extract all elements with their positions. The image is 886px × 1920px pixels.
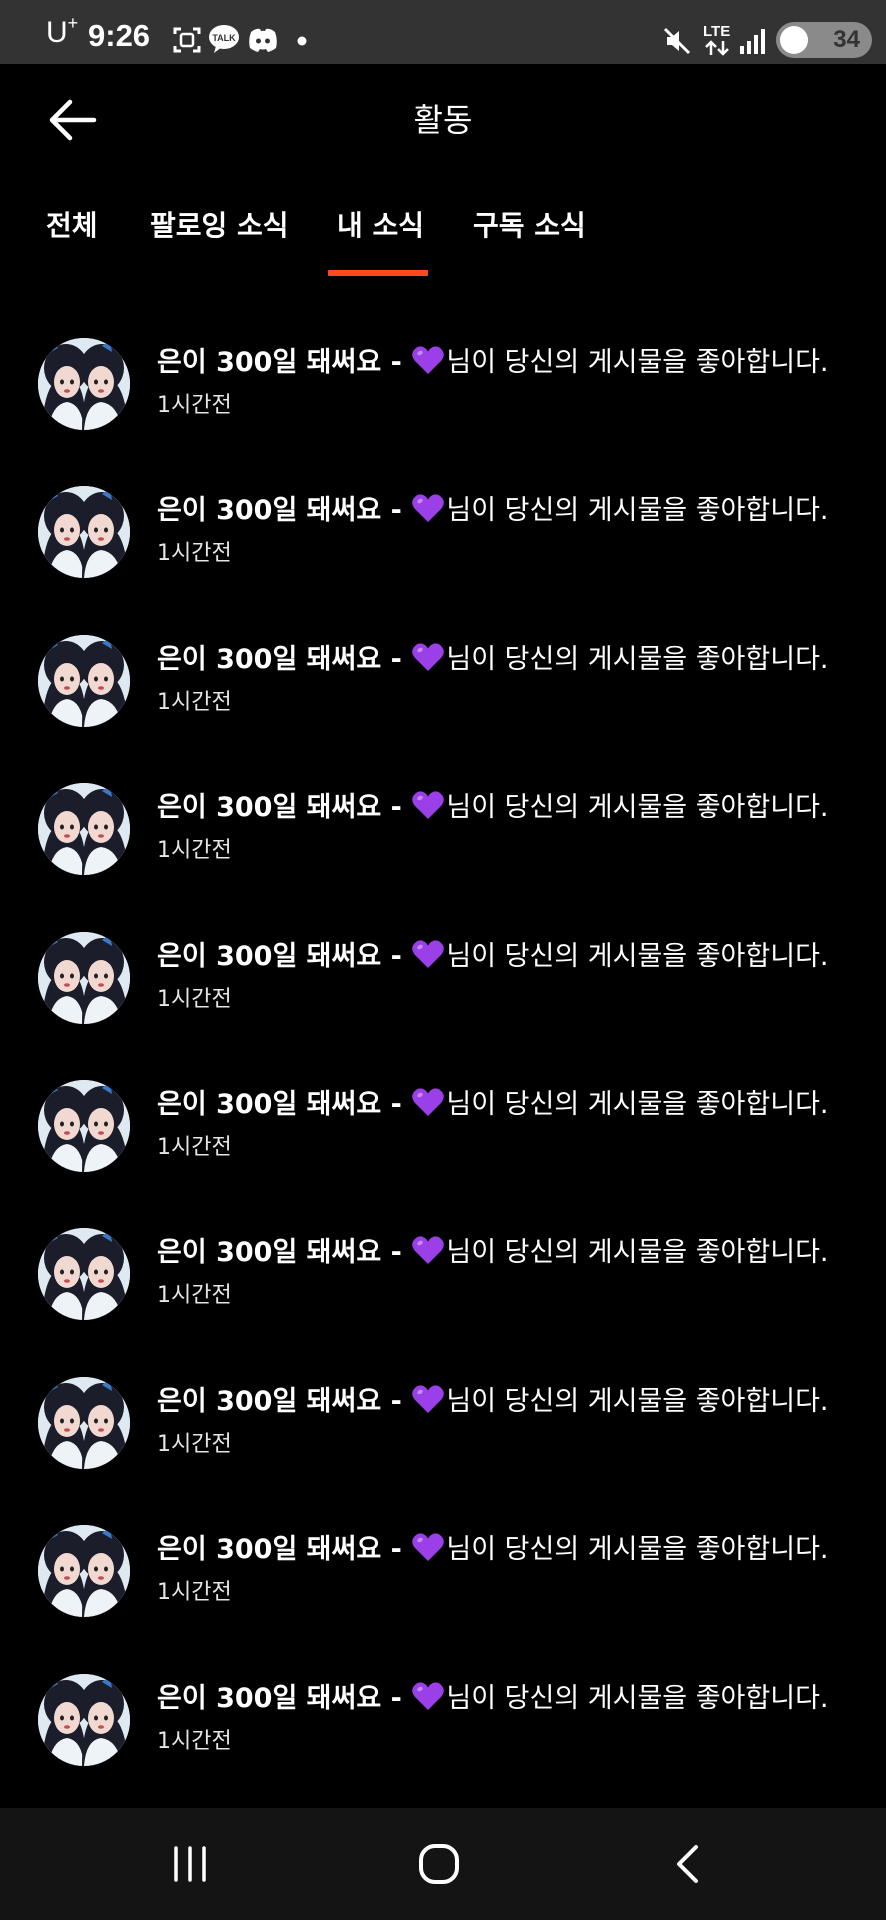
post-title: 은이 300일 돼써요 - — [157, 1534, 402, 1566]
notification-item[interactable]: 은이 300일 돼써요 - 님이 당신의 게시물을 좋아합니다. 1시간전 — [0, 1616, 886, 1766]
notification-message: 님이 당신의 게시물을 좋아합니다. — [446, 1089, 829, 1120]
notification-text: 은이 300일 돼써요 - 님이 당신의 게시물을 좋아합니다. — [157, 938, 877, 975]
notification-item[interactable]: 은이 300일 돼써요 - 님이 당신의 게시물을 좋아합니다. 1시간전 — [0, 1467, 886, 1618]
system-nav-bar — [0, 1808, 886, 1920]
notification-list[interactable]: 은이 300일 돼써요 - 님이 당신의 게시물을 좋아합니다. 1시간전 은이… — [0, 280, 886, 1808]
tab-bar: 전체 팔로잉 소식 내 소식 구독 소식 — [0, 200, 886, 280]
notification-text: 은이 300일 돼써요 - 님이 당신의 게시물을 좋아합니다. — [157, 641, 877, 678]
notification-message: 님이 당신의 게시물을 좋아합니다. — [446, 792, 829, 824]
notification-item[interactable]: 은이 300일 돼써요 - 님이 당신의 게시물을 좋아합니다. 1시간전 — [0, 280, 886, 430]
post-title: 은이 300일 돼써요 - — [157, 643, 402, 675]
post-title: 은이 300일 돼써요 - — [157, 1089, 402, 1120]
notification-text: 은이 300일 돼써요 - 님이 당신의 게시물을 좋아합니다. — [157, 789, 877, 826]
purple-heart-icon — [412, 346, 445, 374]
avatar[interactable] — [38, 1525, 130, 1618]
avatar[interactable] — [38, 634, 130, 727]
tab-following-news[interactable]: 팔로잉 소식 — [150, 206, 289, 246]
svg-text:TALK: TALK — [212, 33, 236, 43]
mute-icon — [663, 27, 691, 55]
timestamp: 1시간전 — [157, 393, 232, 418]
discord-icon — [249, 28, 277, 52]
power-saving-icon — [780, 26, 808, 54]
timestamp: 1시간전 — [157, 1580, 232, 1606]
timestamp: 1시간전 — [157, 838, 232, 864]
avatar[interactable] — [38, 1228, 130, 1321]
timestamp: 1시간전 — [157, 1283, 232, 1309]
notification-text: 은이 300일 돼써요 - 님이 당신의 게시물을 좋아합니다. — [157, 492, 877, 529]
page-title: 활동 — [413, 101, 473, 139]
notification-message: 님이 당신의 게시물을 좋아합니다. — [446, 1534, 829, 1566]
notification-message: 님이 당신의 게시물을 좋아합니다. — [446, 347, 829, 378]
purple-heart-icon — [412, 1533, 445, 1562]
app-header: 활동 — [0, 64, 886, 174]
notification-message: 님이 당신의 게시물을 좋아합니다. — [446, 940, 829, 972]
avatar[interactable] — [38, 486, 130, 579]
tab-subscription-news[interactable]: 구독 소식 — [473, 206, 586, 246]
notification-item[interactable]: 은이 300일 돼써요 - 님이 당신의 게시물을 좋아합니다. 1시간전 — [0, 428, 886, 579]
post-title: 은이 300일 돼써요 - — [157, 1237, 402, 1269]
post-title: 은이 300일 돼써요 - — [157, 792, 402, 824]
notification-message: 님이 당신의 게시물을 좋아합니다. — [446, 1385, 829, 1417]
signal-icon — [740, 29, 765, 54]
timestamp: 1시간전 — [157, 1431, 232, 1457]
avatar[interactable] — [38, 783, 130, 876]
notification-item[interactable]: 은이 300일 돼써요 - 님이 당신의 게시물을 좋아합니다. 1시간전 — [0, 1022, 886, 1172]
post-title: 은이 300일 돼써요 - — [157, 1682, 402, 1714]
purple-heart-icon — [412, 1681, 445, 1710]
kakaotalk-icon: TALK — [209, 25, 239, 53]
back-icon[interactable] — [670, 1844, 706, 1884]
timestamp: 1시간전 — [157, 541, 232, 567]
notification-item[interactable]: 은이 300일 돼써요 - 님이 당신의 게시물을 좋아합니다. 1시간전 — [0, 725, 886, 876]
timestamp: 1시간전 — [157, 1135, 232, 1160]
notification-text: 은이 300일 돼써요 - 님이 당신의 게시물을 좋아합니다. — [157, 1086, 877, 1123]
post-title: 은이 300일 돼써요 - — [157, 940, 402, 972]
battery-level: 34 — [833, 26, 860, 53]
notification-item[interactable]: 은이 300일 돼써요 - 님이 당신의 게시물을 좋아합니다. 1시간전 — [0, 1170, 886, 1321]
notification-message: 님이 당신의 게시물을 좋아합니다. — [446, 1237, 829, 1269]
dot-icon — [297, 36, 307, 46]
purple-heart-icon — [412, 939, 445, 968]
post-title: 은이 300일 돼써요 - — [157, 495, 402, 527]
status-bar: U+ 9:26 TALK LTE 34 — [0, 0, 886, 64]
notification-text: 은이 300일 돼써요 - 님이 당신의 게시물을 좋아합니다. — [157, 1680, 877, 1717]
data-arrows-icon — [705, 40, 729, 56]
timestamp: 1시간전 — [157, 986, 232, 1012]
active-tab-indicator — [328, 270, 428, 276]
notification-text: 은이 300일 돼써요 - 님이 당신의 게시물을 좋아합니다. — [157, 344, 877, 381]
notification-message: 님이 당신의 게시물을 좋아합니다. — [446, 1682, 829, 1714]
tab-my-news[interactable]: 내 소식 — [337, 206, 424, 246]
purple-heart-icon — [412, 791, 445, 820]
notification-item[interactable]: 은이 300일 돼써요 - 님이 당신의 게시물을 좋아합니다. 1시간전 — [0, 874, 886, 1024]
tab-all[interactable]: 전체 — [46, 206, 98, 246]
battery-icon: 34 — [776, 22, 872, 58]
purple-heart-icon — [412, 643, 445, 671]
notification-text: 은이 300일 돼써요 - 님이 당신의 게시물을 좋아합니다. — [157, 1383, 877, 1420]
screenshot-icon — [173, 27, 201, 53]
avatar[interactable] — [38, 1376, 130, 1469]
notification-text: 은이 300일 돼써요 - 님이 당신의 게시물을 좋아합니다. — [157, 1234, 877, 1271]
post-title: 은이 300일 돼써요 - — [157, 347, 402, 378]
purple-heart-icon — [412, 1088, 445, 1116]
purple-heart-icon — [412, 494, 445, 523]
purple-heart-icon — [412, 1236, 445, 1265]
timestamp: 1시간전 — [157, 689, 232, 715]
notification-message: 님이 당신의 게시물을 좋아합니다. — [446, 495, 829, 527]
recent-apps-icon[interactable] — [170, 1844, 210, 1884]
lte-icon: LTE — [703, 23, 731, 40]
notification-item[interactable]: 은이 300일 돼써요 - 님이 당신의 게시물을 좋아합니다. 1시간전 — [0, 1319, 886, 1469]
notification-message: 님이 당신의 게시물을 좋아합니다. — [446, 643, 829, 675]
purple-heart-icon — [412, 1385, 445, 1413]
post-title: 은이 300일 돼써요 - — [157, 1385, 402, 1417]
home-icon[interactable] — [417, 1842, 461, 1886]
avatar[interactable] — [38, 931, 130, 1024]
carrier-label: U+ — [46, 13, 79, 49]
timestamp: 1시간전 — [157, 1728, 232, 1754]
notification-text: 은이 300일 돼써요 - 님이 당신의 게시물을 좋아합니다. — [157, 1531, 877, 1568]
avatar[interactable] — [38, 338, 130, 430]
avatar[interactable] — [38, 1673, 130, 1766]
avatar[interactable] — [38, 1080, 130, 1172]
notification-item[interactable]: 은이 300일 돼써요 - 님이 당신의 게시물을 좋아합니다. 1시간전 — [0, 577, 886, 727]
clock: 9:26 — [88, 18, 151, 53]
